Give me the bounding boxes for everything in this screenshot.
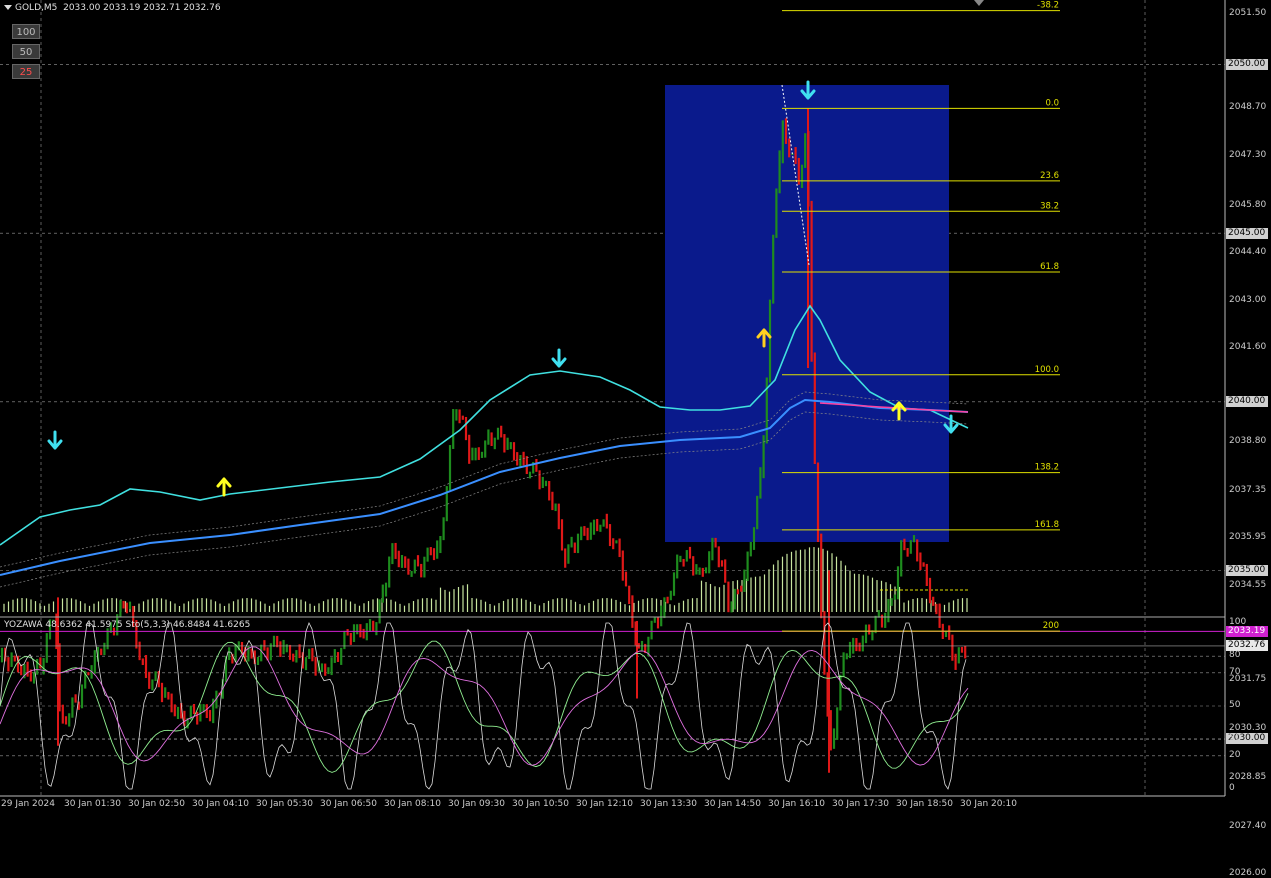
oscillator-tick-label: 0	[1229, 783, 1235, 793]
price-level-box: 2035.00	[1226, 564, 1268, 576]
price-tick-label: 2047.30	[1229, 149, 1267, 160]
time-tick-label: 30 Jan 18:50	[896, 799, 953, 809]
price-tick-label: 2043.00	[1229, 294, 1267, 305]
ohlc-values: 2033.00 2033.19 2032.71 2032.76	[63, 3, 221, 13]
time-tick-label: 30 Jan 10:50	[512, 799, 569, 809]
sell-arrow-icon	[47, 430, 63, 450]
price-tick-label: 2048.70	[1229, 102, 1267, 113]
zoom-button-25[interactable]: 25	[12, 64, 40, 79]
price-tick-label: 2044.40	[1229, 247, 1267, 258]
price-tick-label: 2038.80	[1229, 436, 1267, 447]
volume-bars	[3, 547, 968, 612]
buy-arrow-icon	[216, 477, 232, 497]
symbol-label: GOLD,M5	[15, 3, 58, 13]
zoom-button-50[interactable]: 50	[12, 44, 40, 59]
oscillator-tick-label: 100	[1229, 617, 1247, 627]
price-tick-label: 2045.80	[1229, 200, 1267, 211]
fibonacci-level-label: 100.0	[1035, 365, 1059, 375]
time-tick-label: 30 Jan 08:10	[384, 799, 441, 809]
oscillator-tick-label: 80	[1229, 650, 1241, 661]
scroll-marker-icon	[974, 0, 984, 6]
time-tick-label: 30 Jan 13:30	[640, 799, 697, 809]
chart-header: GOLD,M5 2033.00 2033.19 2032.71 2032.76	[4, 3, 221, 13]
time-tick-label: 30 Jan 02:50	[128, 799, 185, 809]
price-tick-label: 2030.30	[1229, 722, 1267, 733]
price-level-box: 2033.19	[1226, 625, 1268, 637]
chart-frame	[0, 0, 1226, 797]
fibonacci-level-label: 38.2	[1040, 201, 1059, 211]
chart-canvas[interactable]: -38.20.023.638.261.8100.0138.2161.8200	[0, 0, 1271, 814]
fibonacci-level-label: 61.8	[1040, 262, 1059, 272]
sell-arrow-icon	[551, 348, 567, 368]
price-tick-label: 2037.35	[1229, 485, 1267, 496]
price-tick-label: 2051.50	[1229, 8, 1267, 18]
time-tick-label: 30 Jan 20:10	[960, 799, 1017, 809]
time-tick-label: 30 Jan 14:50	[704, 799, 761, 809]
time-tick-label: 30 Jan 12:10	[576, 799, 633, 809]
fibonacci-level-label: 200	[1043, 621, 1059, 631]
fibonacci-level-label: 138.2	[1035, 463, 1059, 473]
time-tick-label: 30 Jan 17:30	[832, 799, 889, 809]
oscillator-panel	[0, 616, 1225, 790]
oscillator-tick-label: 30	[1229, 733, 1241, 744]
dropdown-triangle-icon[interactable]	[4, 5, 12, 10]
fibonacci-level-label: 161.8	[1035, 520, 1059, 530]
time-tick-label: 29 Jan 2024	[1, 799, 55, 809]
price-level-box: 2040.00	[1226, 396, 1268, 408]
indicator-header: YOZAWA 48.6362 41.5975 Sto(5,3,3) 46.848…	[4, 620, 251, 630]
price-level-box: 2045.00	[1226, 227, 1268, 239]
time-tick-label: 30 Jan 16:10	[768, 799, 825, 809]
oscillator-tick-label: 50	[1229, 700, 1241, 710]
price-tick-label: 2026.00	[1229, 867, 1267, 878]
oscillator-tick-label: 70	[1229, 666, 1241, 677]
price-tick-label: 2028.85	[1229, 771, 1267, 782]
time-tick-label: 30 Jan 01:30	[64, 799, 121, 809]
zoom-button-100[interactable]: 100	[12, 24, 40, 39]
price-level-box: 2050.00	[1226, 59, 1268, 71]
fibonacci-level-label: 23.6	[1040, 171, 1059, 181]
price-tick-label: 2027.40	[1229, 820, 1267, 831]
oscillator-tick-label: 20	[1229, 749, 1241, 760]
time-tick-label: 30 Jan 06:50	[320, 799, 377, 809]
fibonacci-level-label: -38.2	[1037, 1, 1059, 11]
price-tick-label: 2035.95	[1229, 532, 1267, 543]
time-tick-label: 30 Jan 05:30	[256, 799, 313, 809]
time-tick-label: 30 Jan 09:30	[448, 799, 505, 809]
price-tick-label: 2041.60	[1229, 341, 1267, 352]
grid	[0, 0, 1225, 796]
fibonacci-level-label: 0.0	[1045, 98, 1059, 108]
price-tick-label: 2034.55	[1229, 579, 1267, 590]
time-tick-label: 30 Jan 04:10	[192, 799, 249, 809]
